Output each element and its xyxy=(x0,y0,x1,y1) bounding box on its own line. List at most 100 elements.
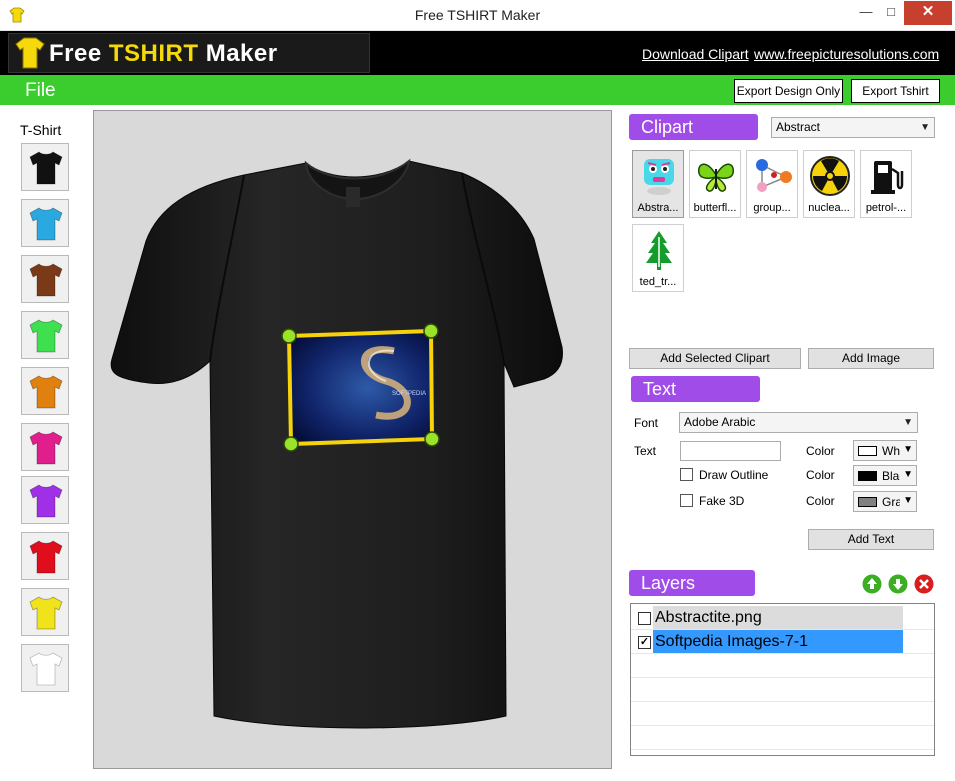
clipart-item-label: ted_tr... xyxy=(639,276,677,288)
clipart-item-tree[interactable]: ted_tr... xyxy=(632,224,684,292)
clipart-item-label: nuclea... xyxy=(808,202,850,214)
tshirt-color-swatch[interactable] xyxy=(21,199,69,247)
export-design-button[interactable]: Export Design Only xyxy=(734,79,843,103)
delete-layer-icon[interactable] xyxy=(914,574,934,594)
design-canvas[interactable]: SOFTPEDIA xyxy=(93,110,612,769)
font-label: Font xyxy=(634,416,659,430)
tshirt-icon xyxy=(29,596,63,630)
clipart-item-abstract[interactable]: Abstra... xyxy=(632,150,684,218)
text-section-header: Text xyxy=(631,376,760,402)
layer-row-empty xyxy=(631,726,934,750)
chevron-down-icon: ▼ xyxy=(920,122,930,133)
tshirt-color-swatch[interactable] xyxy=(21,423,69,471)
tshirt-color-swatch[interactable] xyxy=(21,644,69,692)
group-network-icon xyxy=(756,159,792,192)
tshirt-icon xyxy=(29,652,63,686)
tshirt-color-swatch[interactable] xyxy=(21,367,69,415)
tshirt-color-swatch[interactable] xyxy=(21,143,69,191)
fake-3d-color-name: Gray xyxy=(882,495,900,509)
fake-3d-color-dropdown[interactable]: Gray ▼ xyxy=(853,491,917,512)
fake-3d-checkbox[interactable] xyxy=(680,494,693,507)
add-image-button[interactable]: Add Image xyxy=(808,348,934,369)
title-bar: Free TSHIRT Maker — □ ✕ xyxy=(0,0,955,31)
clipart-category-value: Abstract xyxy=(776,120,821,134)
text-color-chip xyxy=(858,446,877,456)
layers-list[interactable]: Abstractite.png ✓ Softpedia Images-7-1 xyxy=(630,603,935,756)
clipart-item-label: butterfl... xyxy=(693,202,737,214)
clipart-item-nuclear[interactable]: nuclea... xyxy=(803,150,855,218)
layer-row-empty xyxy=(631,702,934,726)
resize-handle-bottom-right[interactable] xyxy=(424,431,440,447)
resize-handle-top-right[interactable] xyxy=(423,323,439,339)
draw-outline-label: Draw Outline xyxy=(699,468,769,482)
chevron-down-icon: ▼ xyxy=(903,495,913,506)
close-button[interactable]: ✕ xyxy=(904,1,952,25)
layer-visibility-checkbox[interactable] xyxy=(638,612,651,625)
tshirt-icon xyxy=(29,431,63,465)
font-dropdown[interactable]: Adobe Arabic ▼ xyxy=(679,412,918,433)
layer-name: Abstractite.png xyxy=(653,606,903,629)
tshirt-color-swatch[interactable] xyxy=(21,255,69,303)
outline-color-name: Black xyxy=(882,469,900,483)
layer-row-empty xyxy=(631,654,934,678)
tshirt-color-swatch[interactable] xyxy=(21,476,69,524)
website-link[interactable]: www.freepicturesolutions.com xyxy=(754,46,939,62)
layer-row[interactable]: Abstractite.png xyxy=(631,606,934,630)
clipart-item-label: petrol-... xyxy=(865,202,907,214)
text-label: Text xyxy=(634,444,657,458)
font-value: Adobe Arabic xyxy=(684,415,756,429)
abstract-face-icon xyxy=(644,159,674,195)
text-input[interactable] xyxy=(680,441,781,461)
file-menu[interactable]: File xyxy=(25,80,56,102)
move-layer-up-icon[interactable] xyxy=(862,574,882,594)
resize-handle-bottom-left[interactable] xyxy=(283,436,299,452)
resize-handle-top-left[interactable] xyxy=(281,328,297,344)
layers-section-header: Layers xyxy=(629,570,755,596)
menu-bar: File Export Design Only Export Tshirt xyxy=(0,75,955,105)
window-title: Free TSHIRT Maker xyxy=(414,7,541,23)
layer-row-empty xyxy=(631,678,934,702)
outline-color-label: Color xyxy=(806,468,835,482)
tshirt-icon xyxy=(29,207,63,241)
layer-visibility-checkbox[interactable]: ✓ xyxy=(638,636,651,649)
maximize-button[interactable]: □ xyxy=(876,1,906,25)
tshirt-icon xyxy=(29,151,63,185)
add-selected-clipart-button[interactable]: Add Selected Clipart xyxy=(629,348,801,369)
tshirt-color-swatch[interactable] xyxy=(21,588,69,636)
clipart-category-dropdown[interactable]: Abstract ▼ xyxy=(771,117,935,138)
move-layer-down-icon[interactable] xyxy=(888,574,908,594)
tshirt-icon xyxy=(29,319,63,353)
tshirt-icon xyxy=(29,484,63,518)
tshirt-color-swatch[interactable] xyxy=(21,532,69,580)
design-caption: SOFTPEDIA xyxy=(392,391,426,397)
outline-color-chip xyxy=(858,471,877,481)
petrol-pump-icon xyxy=(871,161,904,194)
export-tshirt-button[interactable]: Export Tshirt xyxy=(851,79,940,103)
tshirt-icon xyxy=(29,375,63,409)
outline-color-dropdown[interactable]: Black ▼ xyxy=(853,465,917,486)
placed-design-image[interactable] xyxy=(289,331,432,444)
tshirt-label: T-Shirt xyxy=(20,122,62,138)
layer-name: Softpedia Images-7-1 xyxy=(653,630,903,653)
nuclear-icon xyxy=(810,156,850,196)
clipart-item-label: group... xyxy=(753,202,791,214)
clipart-item-group[interactable]: group... xyxy=(746,150,798,218)
tshirt-color-swatch[interactable] xyxy=(21,311,69,359)
text-color-dropdown[interactable]: White ▼ xyxy=(853,440,917,461)
clipart-section-header: Clipart xyxy=(629,114,758,140)
layer-row[interactable]: ✓ Softpedia Images-7-1 xyxy=(631,630,934,654)
clipart-item-petrol[interactable]: petrol-... xyxy=(860,150,912,218)
shirt-tag xyxy=(346,187,360,207)
text-color-label: Color xyxy=(806,444,835,458)
tshirt-preview: SOFTPEDIA xyxy=(110,158,563,729)
clipart-item-butterfly[interactable]: butterfl... xyxy=(689,150,741,218)
app-header: Free TSHIRT Maker Download Clipart www.f… xyxy=(0,31,955,75)
fake-3d-label: Fake 3D xyxy=(699,494,745,508)
butterfly-icon xyxy=(698,163,734,192)
tshirt-body xyxy=(110,160,563,729)
draw-outline-checkbox[interactable] xyxy=(680,468,693,481)
add-text-button[interactable]: Add Text xyxy=(808,529,934,550)
tshirt-icon xyxy=(29,263,63,297)
clipart-item-label: Abstra... xyxy=(637,202,679,214)
download-clipart-link[interactable]: Download Clipart xyxy=(642,46,749,62)
